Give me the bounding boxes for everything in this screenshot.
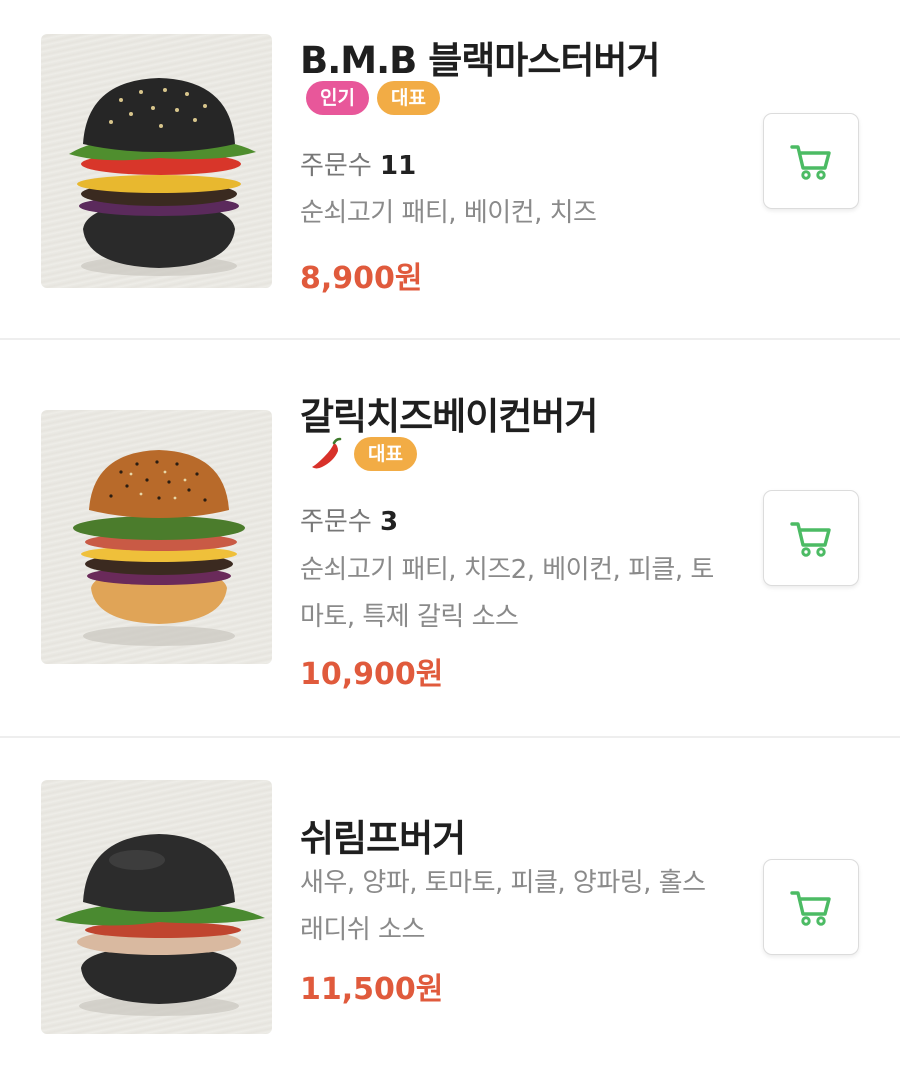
add-to-cart-button[interactable] — [763, 859, 859, 955]
badge-popular: 인기 — [306, 81, 369, 115]
chili-pepper-icon — [312, 437, 342, 469]
burger-photo — [41, 780, 272, 1034]
item-description: 새우, 양파, 토마토, 피클, 양파링, 홀스래디쉬 소스 — [300, 868, 706, 945]
order-count-value: 11 — [380, 151, 417, 181]
badge-signature: 대표 — [354, 437, 417, 471]
order-count-label: 주문수 — [300, 507, 372, 537]
badge-group: 인기 대표 — [306, 81, 440, 115]
item-price: 11,500원 — [300, 972, 444, 1007]
menu-item-garlic-cheese-bacon-burger[interactable]: 갈릭치즈베이컨버거 대표 주문수 3 순쇠고기 패티, 치즈2, 베이컨, 피클… — [0, 340, 900, 736]
order-count-label: 주문수 — [300, 151, 372, 181]
cart-icon — [790, 891, 831, 926]
order-count: 주문수 3 — [300, 501, 398, 538]
badge-signature: 대표 — [376, 81, 440, 115]
item-name: 갈릭치즈베이컨버거 — [300, 395, 598, 438]
cart-icon — [790, 145, 831, 180]
menu-item-bmb-black-master-burger[interactable]: B.M.B 블랙마스터버거 인기 대표 주문수 11 순쇠고기 패티, 베이컨,… — [0, 0, 900, 338]
item-price: 8,900원 — [300, 261, 423, 296]
badge-group: 대표 — [306, 437, 417, 471]
item-name: 쉬림프버거 — [300, 817, 466, 860]
item-price: 10,900원 — [300, 657, 444, 692]
add-to-cart-button[interactable] — [763, 113, 859, 209]
add-to-cart-button[interactable] — [763, 490, 859, 586]
order-count-value: 3 — [380, 507, 399, 537]
burger-photo — [41, 410, 272, 664]
item-name: B.M.B 블랙마스터버거 — [300, 39, 660, 82]
cart-icon — [790, 522, 831, 557]
menu-item-shrimp-burger[interactable]: 쉬림프버거 새우, 양파, 토마토, 피클, 양파링, 홀스래디쉬 소스 11,… — [0, 738, 900, 1076]
order-count: 주문수 11 — [300, 145, 416, 182]
item-description: 순쇠고기 패티, 치즈2, 베이컨, 피클, 토마토, 특제 갈릭 소스 — [300, 555, 714, 632]
burger-photo — [41, 34, 272, 288]
item-description: 순쇠고기 패티, 베이컨, 치즈 — [300, 198, 597, 228]
